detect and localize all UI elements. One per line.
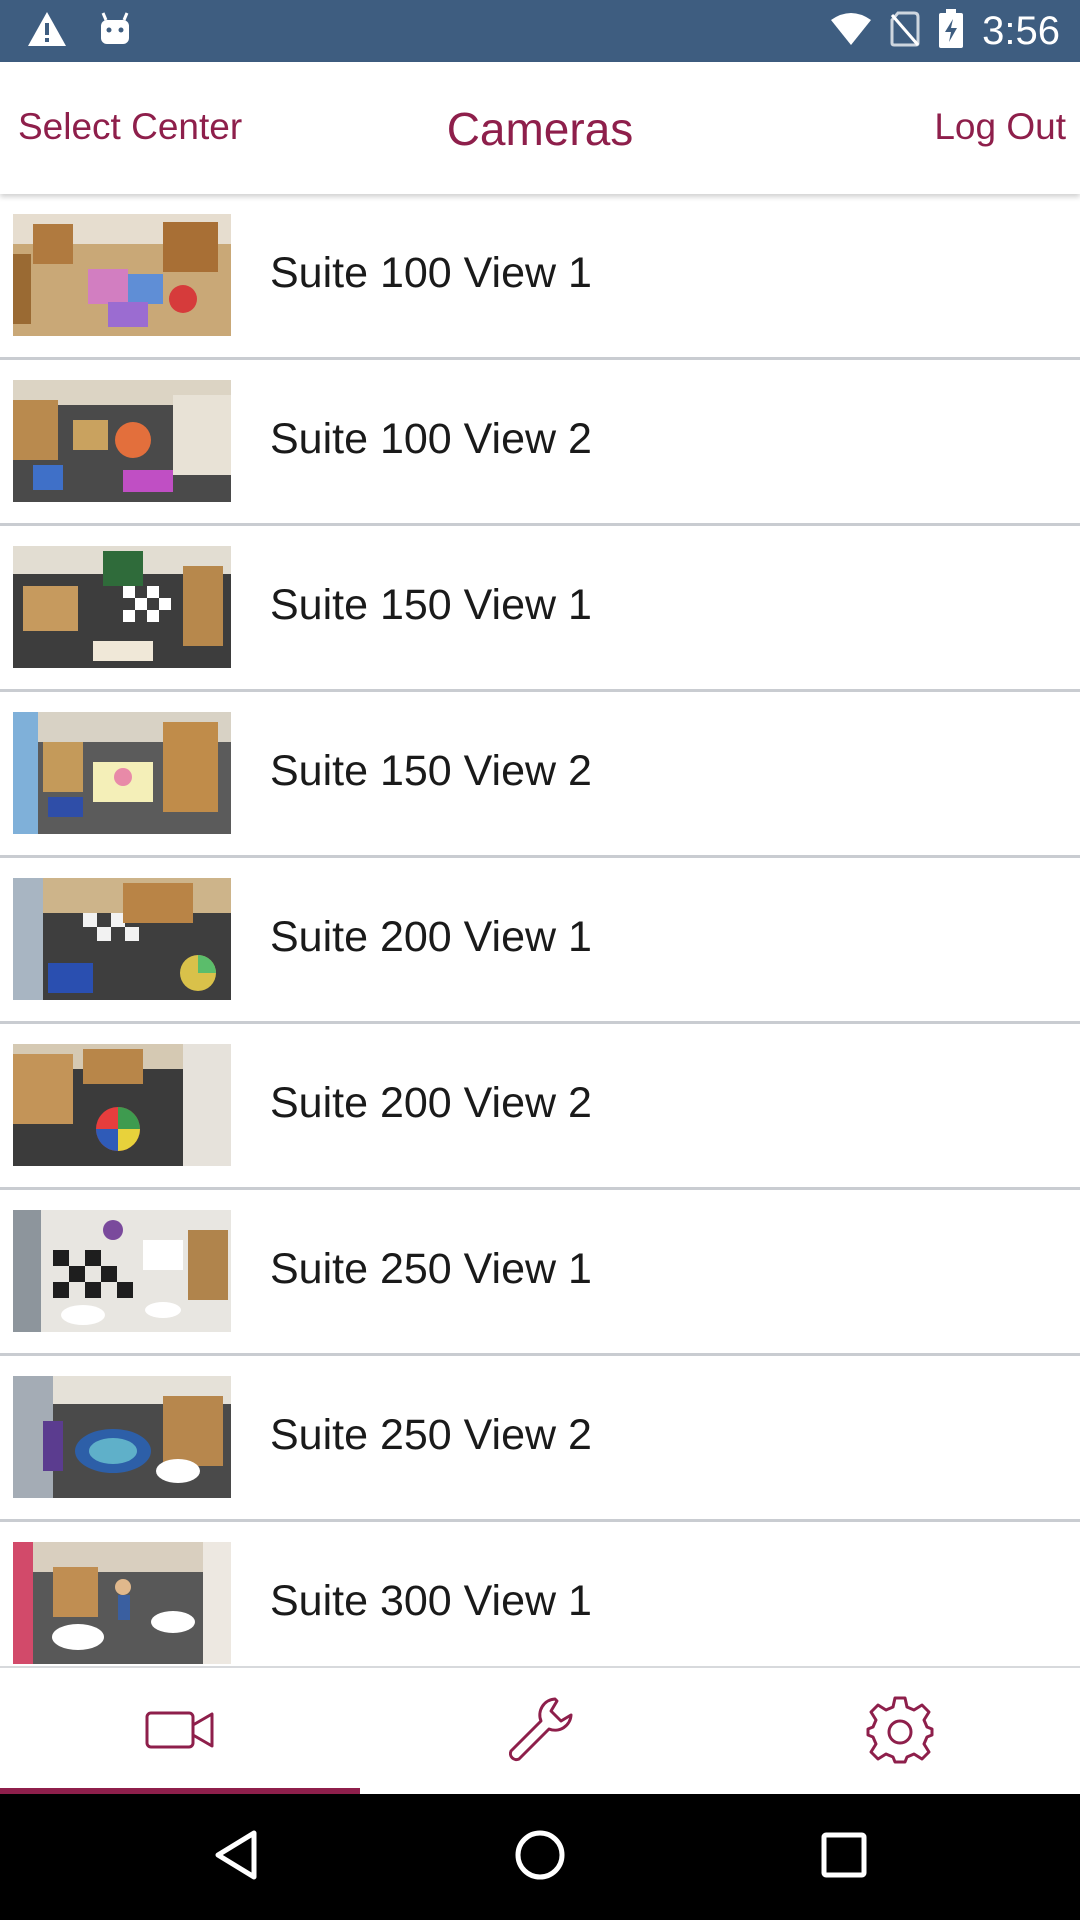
gear-icon xyxy=(865,1695,935,1770)
home-icon xyxy=(514,1829,566,1886)
system-nav-bar xyxy=(0,1794,1080,1920)
camera-label: Suite 150 View 2 xyxy=(270,747,592,795)
camera-thumbnail xyxy=(13,380,231,502)
recents-button[interactable] xyxy=(814,1827,874,1887)
page-title: Cameras xyxy=(446,103,634,155)
home-button[interactable] xyxy=(510,1827,570,1887)
tab-tools[interactable] xyxy=(360,1668,720,1796)
camera-thumbnail xyxy=(13,1210,231,1332)
bottom-tab-bar xyxy=(0,1666,1080,1794)
camera-row-suite-300-view-1[interactable]: Suite 300 View 1 xyxy=(0,1522,1080,1666)
camera-label: Suite 300 View 1 xyxy=(270,1577,592,1625)
status-bar: 3:56 xyxy=(0,0,1080,62)
camera-row-suite-150-view-1[interactable]: Suite 150 View 1 xyxy=(0,526,1080,692)
android-icon xyxy=(98,11,132,52)
camera-label: Suite 150 View 1 xyxy=(270,581,592,629)
camera-thumbnail xyxy=(13,878,231,1000)
log-out-button[interactable]: Log Out xyxy=(934,106,1066,148)
select-center-button[interactable]: Select Center xyxy=(18,106,242,148)
warning-icon xyxy=(26,10,68,53)
back-button[interactable] xyxy=(206,1827,266,1887)
camera-label: Suite 250 View 2 xyxy=(270,1411,592,1459)
video-camera-icon xyxy=(145,1707,215,1758)
camera-label: Suite 250 View 1 xyxy=(270,1245,592,1293)
camera-label: Suite 200 View 2 xyxy=(270,1079,592,1127)
camera-row-suite-250-view-1[interactable]: Suite 250 View 1 xyxy=(0,1190,1080,1356)
camera-thumbnail xyxy=(13,546,231,668)
camera-thumbnail xyxy=(13,1376,231,1498)
recents-icon xyxy=(820,1831,868,1884)
status-clock: 3:56 xyxy=(982,9,1060,53)
camera-thumbnail xyxy=(13,214,231,336)
status-bar-left xyxy=(26,10,132,53)
tab-cameras[interactable] xyxy=(0,1668,360,1796)
tab-settings[interactable] xyxy=(720,1668,1080,1796)
camera-thumbnail xyxy=(13,712,231,834)
camera-thumbnail xyxy=(13,1044,231,1166)
camera-list[interactable]: Suite 100 View 1 Suite 100 View 2 Suite … xyxy=(0,194,1080,1666)
camera-label: Suite 100 View 2 xyxy=(270,415,592,463)
camera-row-suite-100-view-1[interactable]: Suite 100 View 1 xyxy=(0,194,1080,360)
camera-row-suite-100-view-2[interactable]: Suite 100 View 2 xyxy=(0,360,1080,526)
camera-thumbnail xyxy=(13,1542,231,1664)
no-sim-icon xyxy=(890,11,920,52)
battery-charging-icon xyxy=(938,8,964,54)
status-bar-right: 3:56 xyxy=(830,8,1060,54)
camera-row-suite-150-view-2[interactable]: Suite 150 View 2 xyxy=(0,692,1080,858)
camera-row-suite-250-view-2[interactable]: Suite 250 View 2 xyxy=(0,1356,1080,1522)
camera-row-suite-200-view-1[interactable]: Suite 200 View 1 xyxy=(0,858,1080,1024)
camera-row-suite-200-view-2[interactable]: Suite 200 View 2 xyxy=(0,1024,1080,1190)
back-icon xyxy=(212,1829,260,1886)
wifi-icon xyxy=(830,12,872,51)
camera-label: Suite 100 View 1 xyxy=(270,249,592,297)
app-header: Select Center Cameras Log Out xyxy=(0,62,1080,194)
wrench-icon xyxy=(505,1695,575,1770)
camera-label: Suite 200 View 1 xyxy=(270,913,592,961)
